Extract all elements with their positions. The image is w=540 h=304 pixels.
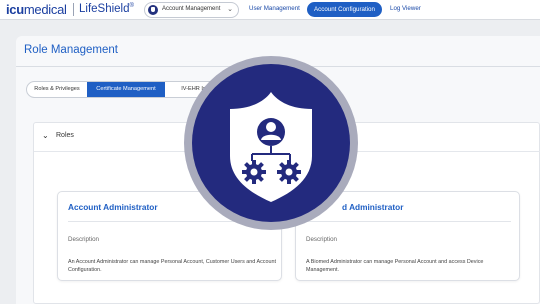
tab-roles-privileges[interactable]: Roles & Privileges [27,82,87,97]
role-title[interactable]: d Administrator [342,202,403,212]
role-title[interactable]: Account Administrator [68,202,158,212]
product-name: LifeShield [79,3,130,15]
account-select-value: Account Management [162,6,221,12]
logo-suffix: medical [23,2,67,17]
chevron-down-icon[interactable]: ⌄ [42,131,49,140]
shield-user-gears-icon [230,92,312,202]
gear-right-icon [277,160,301,184]
roles-section-toggle[interactable]: Roles [56,132,74,139]
icu-medical-logo: icumedical [6,2,67,17]
role-description-label: Description [306,236,337,243]
gear-left-icon [242,160,266,184]
top-bar: icumedical LifeShield® Account Managemen… [0,0,540,20]
nav-account-configuration[interactable]: Account Configuration [307,2,382,17]
nav-log-viewer[interactable]: Log Viewer [390,5,421,12]
role-description-label: Description [68,236,99,243]
nav-user-management[interactable]: User Management [249,5,300,12]
registered-mark: ® [129,3,134,10]
logo-divider [73,3,74,16]
page-title: Role Management [24,44,118,56]
logo-prefix: icu [6,2,24,17]
account-shield-icon [148,5,158,15]
tab-certificate-management[interactable]: Certificate Management [87,82,165,97]
account-select[interactable]: Account Management ⌄ [144,2,239,18]
lifeshield-logo: LifeShield® [79,3,134,15]
role-description: A Biomed Administrator can manage Person… [306,259,484,273]
role-description: An Account Administrator can manage Pers… [68,259,276,273]
user-head [266,122,276,132]
chevron-down-icon: ⌄ [227,6,233,13]
